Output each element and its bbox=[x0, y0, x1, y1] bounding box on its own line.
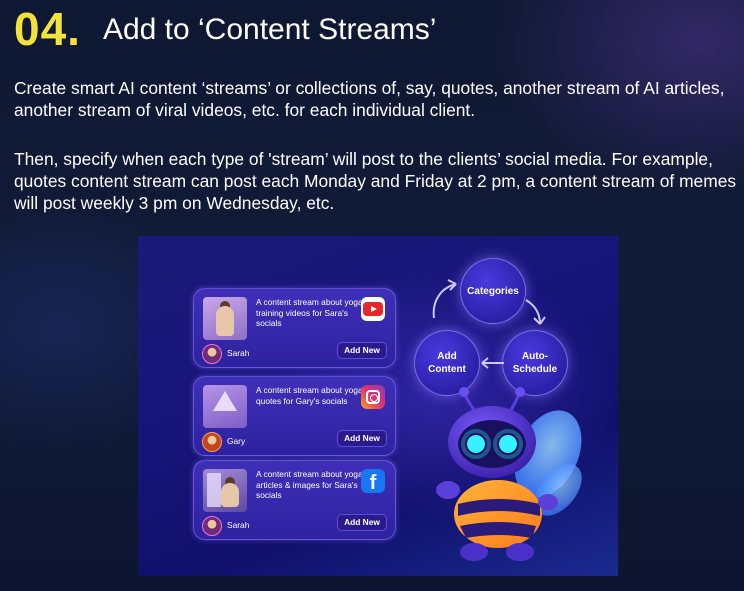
add-new-button: Add New bbox=[337, 430, 387, 447]
section-heading: 04. Add to ‘Content Streams’ bbox=[14, 4, 436, 56]
avatar bbox=[202, 344, 222, 364]
auto-schedule-label: Auto- Schedule bbox=[512, 351, 558, 375]
avatar bbox=[202, 516, 222, 536]
stream-card: A content stream about yoga quotes for G… bbox=[193, 376, 396, 456]
add-new-button: Add New bbox=[337, 342, 387, 359]
stream-card: A content stream about yoga training vid… bbox=[193, 288, 396, 368]
schedule-paragraph: Then, specify when each type of 'stream’… bbox=[14, 149, 737, 213]
yoga-video-thumbnail bbox=[203, 297, 247, 340]
avatar bbox=[202, 432, 222, 452]
add-new-button: Add New bbox=[337, 514, 387, 531]
cycle-arrow-icon bbox=[432, 279, 457, 319]
yoga-article-thumbnail bbox=[203, 469, 247, 512]
add-content-label: Add Content bbox=[428, 351, 466, 375]
stream-description: A content stream about yoga articles & i… bbox=[256, 469, 363, 500]
user-name: Sarah bbox=[227, 520, 250, 530]
stream-description: A content stream about yoga training vid… bbox=[256, 297, 363, 328]
section-title: Add to ‘Content Streams’ bbox=[102, 13, 437, 46]
user-name: Gary bbox=[227, 436, 246, 446]
bee-robot-mascot-icon bbox=[436, 387, 582, 561]
youtube-icon bbox=[361, 297, 385, 321]
user-name: Sarah bbox=[227, 348, 250, 358]
step-number: 04. bbox=[14, 3, 81, 55]
content-streams-illustration: A content stream about yoga training vid… bbox=[138, 236, 618, 576]
stream-card: A content stream about yoga articles & i… bbox=[193, 460, 396, 540]
yoga-quote-thumbnail bbox=[203, 385, 247, 428]
stream-description: A content stream about yoga quotes for G… bbox=[256, 385, 363, 406]
instagram-icon bbox=[361, 385, 385, 409]
cycle-arrow-icon bbox=[525, 299, 546, 325]
intro-paragraph: Create smart AI content ‘streams’ or col… bbox=[14, 78, 725, 120]
facebook-icon: f bbox=[361, 469, 385, 494]
categories-label: Categories bbox=[467, 285, 519, 297]
cycle-arrow-icon bbox=[481, 357, 504, 369]
categories-circle: Categories bbox=[460, 258, 526, 324]
